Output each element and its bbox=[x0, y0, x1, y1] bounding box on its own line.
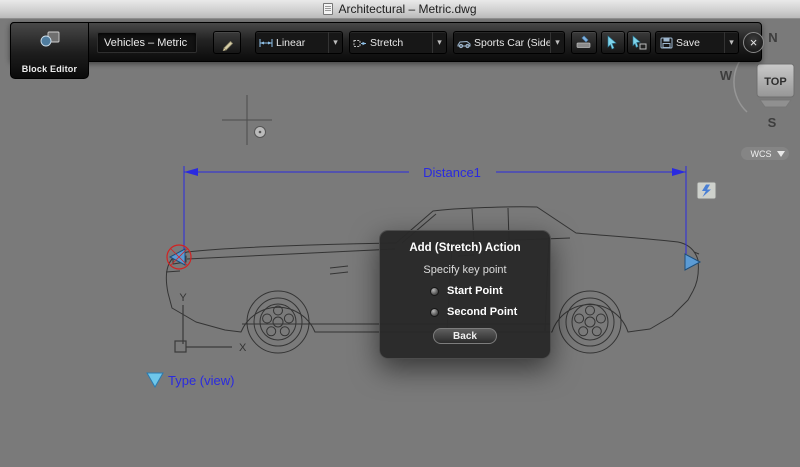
edit-name-button[interactable] bbox=[213, 31, 241, 54]
application-window: Distance1 Y X Type (v bbox=[0, 0, 800, 467]
save-combo[interactable]: Save ▾ bbox=[655, 31, 739, 54]
action-type-combo[interactable]: Stretch ▾ bbox=[349, 31, 447, 54]
panel-label: Block Editor bbox=[22, 64, 77, 74]
close-icon: × bbox=[750, 35, 758, 50]
viewcube-front-face bbox=[760, 100, 791, 107]
stretch-icon bbox=[350, 37, 370, 49]
chevron-down-icon[interactable]: ▾ bbox=[328, 32, 342, 53]
parameter-type-combo[interactable]: Linear ▾ bbox=[255, 31, 343, 54]
dimension-label: Distance1 bbox=[423, 165, 481, 180]
wcs-pill[interactable]: WCS bbox=[741, 147, 789, 160]
stretch-action-icon-button[interactable] bbox=[697, 182, 716, 199]
cursor-badge-icon bbox=[255, 127, 266, 138]
window-title: Architectural – Metric.dwg bbox=[338, 2, 476, 16]
measure-tool-button[interactable] bbox=[571, 31, 597, 54]
front-wheel bbox=[247, 291, 309, 353]
crosshair-cursor bbox=[222, 95, 272, 145]
type-view-label: Type (view) bbox=[168, 373, 234, 388]
cursor-plus-icon bbox=[605, 35, 621, 50]
wcs-label: WCS bbox=[751, 149, 772, 159]
radio-start-point[interactable] bbox=[430, 287, 439, 296]
block-editor-icon bbox=[37, 29, 63, 49]
dialog-title: Add (Stretch) Action bbox=[380, 242, 550, 254]
second-point-grip[interactable] bbox=[685, 254, 700, 270]
viewcube-top-label: TOP bbox=[764, 76, 786, 88]
add-stretch-action-dialog: Add (Stretch) Action Specify key point S… bbox=[379, 230, 551, 359]
linear-dimension-icon bbox=[256, 37, 276, 49]
option-start-point[interactable]: Start Point bbox=[430, 285, 550, 297]
grip-box-button[interactable] bbox=[627, 31, 651, 54]
grip-point-button[interactable] bbox=[601, 31, 625, 54]
close-visor-button[interactable]: × bbox=[743, 32, 764, 53]
chevron-down-icon[interactable]: ▾ bbox=[724, 32, 738, 53]
rear-wheel bbox=[559, 291, 621, 353]
option-second-label: Second Point bbox=[447, 306, 517, 318]
action-type-value: Stretch bbox=[370, 37, 432, 49]
grip-triangle-icon bbox=[147, 373, 163, 387]
block-editor-panel: Block Editor bbox=[10, 22, 89, 79]
ucs-x-label: X bbox=[239, 342, 247, 354]
chevron-down-icon[interactable]: ▾ bbox=[432, 32, 446, 53]
pencil-icon bbox=[219, 35, 235, 51]
block-name-input[interactable] bbox=[97, 32, 197, 53]
save-value: Save bbox=[676, 37, 724, 49]
ruler-pencil-icon bbox=[575, 35, 593, 50]
compass-south: S bbox=[768, 115, 777, 130]
back-button[interactable]: Back bbox=[433, 328, 497, 344]
option-second-point[interactable]: Second Point bbox=[430, 306, 550, 318]
document-icon bbox=[323, 3, 333, 15]
radio-second-point[interactable] bbox=[430, 308, 439, 317]
ucs-icon: Y X bbox=[175, 292, 247, 354]
chevron-down-icon[interactable]: ▾ bbox=[550, 32, 564, 53]
menubar: Architectural – Metric.dwg bbox=[0, 0, 800, 19]
block-select-combo[interactable]: Sports Car (Side) ▾ bbox=[453, 31, 565, 54]
option-start-label: Start Point bbox=[447, 285, 503, 297]
block-editor-visor: Linear ▾ Stretch ▾ Sports Car (Side) ▾ bbox=[10, 22, 762, 62]
save-icon bbox=[656, 36, 676, 49]
ucs-y-label: Y bbox=[179, 292, 187, 304]
compass-north: N bbox=[768, 30, 777, 45]
block-select-value: Sports Car (Side) bbox=[474, 37, 550, 49]
dialog-prompt: Specify key point bbox=[380, 264, 550, 276]
parameter-type-value: Linear bbox=[276, 37, 328, 49]
start-point-grip[interactable] bbox=[170, 249, 185, 265]
cursor-box-icon bbox=[631, 35, 647, 50]
block-thumbnail-icon bbox=[454, 37, 474, 49]
compass-west: W bbox=[720, 68, 733, 83]
type-view-prompt: Type (view) bbox=[147, 373, 234, 388]
